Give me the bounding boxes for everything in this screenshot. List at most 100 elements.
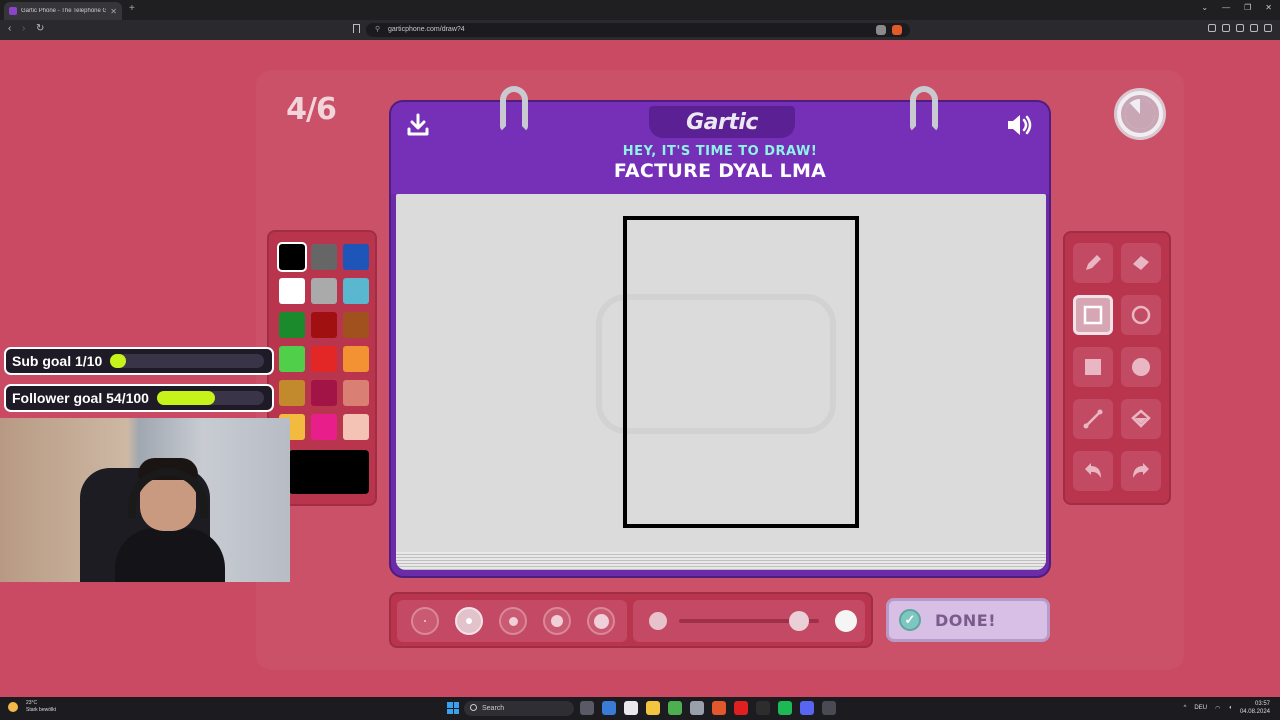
tab-search-icon[interactable]: ⌄ (1201, 3, 1208, 12)
opacity-slider[interactable] (633, 600, 865, 642)
redo-button[interactable] (1121, 451, 1161, 491)
extensions-icon[interactable] (1236, 24, 1244, 32)
undo-button[interactable] (1073, 451, 1113, 491)
drawing-canvas[interactable] (396, 194, 1046, 570)
reload-icon[interactable]: ↻ (36, 23, 44, 34)
forward-icon[interactable]: › (22, 23, 25, 34)
color-swatch[interactable] (311, 380, 337, 406)
brush-size-button[interactable] (411, 607, 439, 635)
browser-tab[interactable]: Gartic Phone - The Telephone Game ✕ (4, 2, 122, 20)
color-swatch[interactable] (279, 346, 305, 372)
brush-size-button[interactable] (455, 607, 483, 635)
brave-shields-icon[interactable] (892, 25, 902, 35)
fill-bucket-tool[interactable] (1121, 399, 1161, 439)
edge-icon[interactable] (602, 701, 616, 715)
tab-close-icon[interactable]: ✕ (110, 7, 117, 16)
line-tool[interactable] (1073, 399, 1113, 439)
wifi-icon[interactable]: ◠ (1215, 705, 1220, 712)
color-swatch[interactable] (311, 244, 337, 270)
weather-temp: 23°C (26, 700, 38, 706)
ellipse-filled-tool[interactable] (1121, 347, 1161, 387)
language-indicator[interactable]: DEU (1194, 705, 1207, 711)
color-swatch[interactable] (279, 278, 305, 304)
rectangle-outline-icon (1083, 305, 1103, 325)
color-swatch[interactable] (343, 346, 369, 372)
new-tab-button[interactable]: + (129, 3, 135, 14)
youtube-icon[interactable] (734, 701, 748, 715)
vpn-icon[interactable] (1250, 24, 1258, 32)
color-swatch[interactable] (277, 242, 307, 272)
color-swatch[interactable] (311, 346, 337, 372)
site-info-icon[interactable]: ⚲ (375, 23, 380, 37)
mail-icon[interactable] (690, 701, 704, 715)
brave-icon[interactable] (712, 701, 726, 715)
discord-icon[interactable] (800, 701, 814, 715)
window-controls: ⌄ — ❐ ✕ (1201, 3, 1272, 12)
color-swatch[interactable] (279, 380, 305, 406)
color-swatch[interactable] (343, 278, 369, 304)
sub-goal-label: Sub goal 1/10 (12, 353, 103, 369)
redo-icon (1133, 463, 1149, 478)
address-bar[interactable]: ⚲ garticphone.com/draw?4 (366, 23, 910, 37)
sub-goal-progress (110, 354, 126, 368)
file-explorer-icon[interactable] (646, 701, 660, 715)
opacity-handle[interactable] (789, 611, 810, 631)
gartic-favicon-icon (9, 7, 17, 15)
done-button[interactable]: ✓ DONE! (886, 598, 1050, 642)
brush-settings-bar (389, 592, 873, 648)
minimize-button[interactable]: — (1222, 3, 1230, 12)
task-view-icon[interactable] (580, 701, 594, 715)
tool-panel (1063, 231, 1171, 505)
color-swatch[interactable] (343, 380, 369, 406)
color-swatch[interactable] (311, 312, 337, 338)
rectangle-outline-tool[interactable] (1073, 295, 1113, 335)
speaker-icon[interactable]: ◖ (1228, 705, 1232, 711)
pencil-tool[interactable] (1073, 243, 1113, 283)
tray-chevron-icon[interactable]: ^ (1184, 705, 1187, 711)
clock[interactable]: 03:57 04.08.2024 (1240, 700, 1270, 716)
system-tray: ^ DEU ◠ ◖ 03:57 04.08.2024 (1184, 700, 1270, 716)
round-counter: 4/6 (286, 92, 337, 127)
store-icon[interactable] (624, 701, 638, 715)
webcam-person-body (115, 528, 225, 582)
rectangle-filled-tool[interactable] (1073, 347, 1113, 387)
spotify-icon[interactable] (778, 701, 792, 715)
notebook-header: Gartic HEY, IT'S TIME TO DRAW! FACTURE D… (391, 102, 1049, 194)
windows-start-icon[interactable] (447, 702, 459, 714)
eraser-tool[interactable] (1121, 243, 1161, 283)
weather-widget[interactable]: 23°C Stark bewölkt (8, 700, 56, 714)
maximize-button[interactable]: ❐ (1244, 3, 1251, 12)
wallet-icon[interactable] (1222, 24, 1230, 32)
color-swatch[interactable] (311, 278, 337, 304)
color-swatch[interactable] (343, 244, 369, 270)
windows-taskbar: 23°C Stark bewölkt Search ^ DEU ◠ ◖ 03:5… (0, 697, 1280, 720)
download-icon[interactable] (405, 112, 431, 138)
sidebar-icon[interactable] (1208, 24, 1216, 32)
ellipse-outline-tool[interactable] (1121, 295, 1161, 335)
extension-icon[interactable] (876, 25, 886, 35)
clock-time: 03:57 (1254, 701, 1270, 707)
color-swatch[interactable] (343, 312, 369, 338)
volume-icon[interactable] (1005, 112, 1035, 138)
menu-icon[interactable] (1264, 24, 1272, 32)
browser-tab-bar: Gartic Phone - The Telephone Game ✕ + ⌄ … (0, 0, 1280, 20)
color-swatch[interactable] (279, 312, 305, 338)
bookmark-icon[interactable] (353, 24, 360, 33)
brush-size-button[interactable] (499, 607, 527, 635)
search-icon (470, 704, 477, 711)
close-window-button[interactable]: ✕ (1265, 3, 1272, 12)
app-icon[interactable] (822, 701, 836, 715)
opacity-low-icon (649, 612, 667, 630)
brush-size-button[interactable] (543, 607, 571, 635)
url-text: garticphone.com/draw?4 (388, 26, 465, 33)
chrome-icon[interactable] (668, 701, 682, 715)
back-icon[interactable]: ‹ (8, 23, 11, 34)
color-swatch[interactable] (311, 414, 337, 440)
obs-icon[interactable] (756, 701, 770, 715)
timer-icon (1114, 88, 1166, 140)
color-swatch[interactable] (343, 414, 369, 440)
drawn-rectangle (623, 216, 859, 528)
brush-size-button[interactable] (587, 607, 615, 635)
taskbar-search[interactable]: Search (464, 701, 574, 716)
ellipse-outline-icon (1131, 305, 1151, 325)
